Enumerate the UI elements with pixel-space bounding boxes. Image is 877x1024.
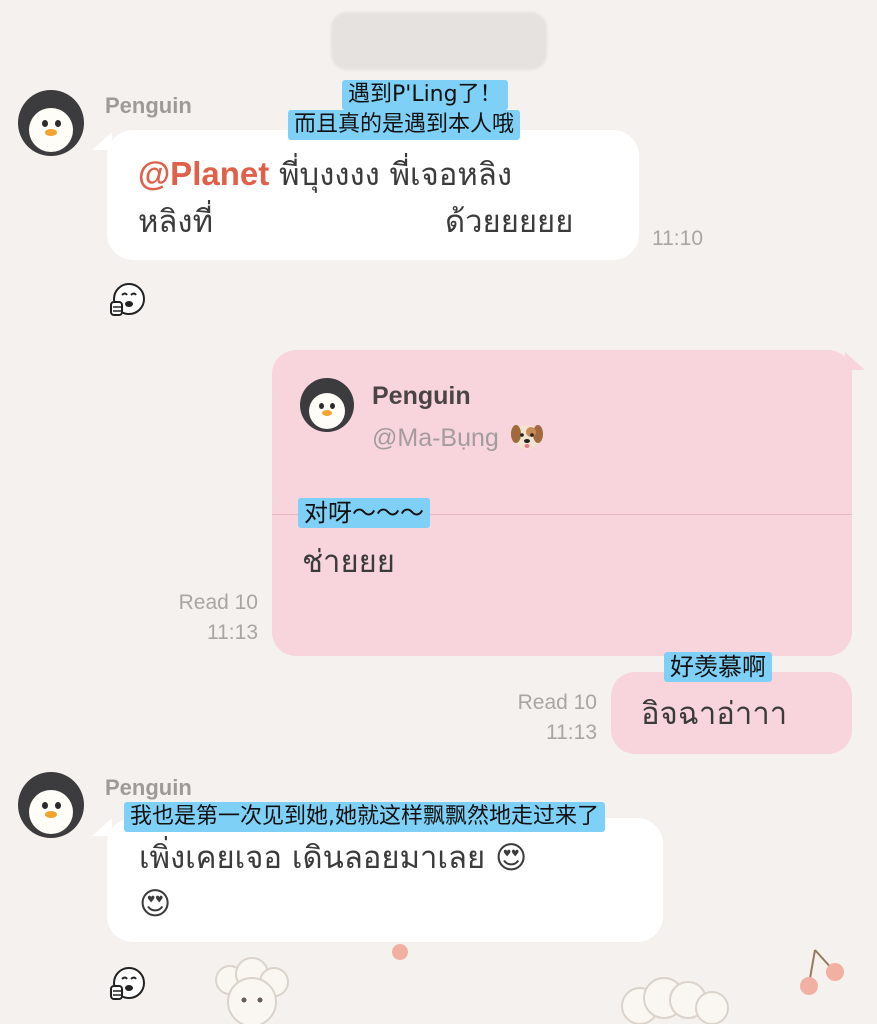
thumbs-up-face-icon[interactable] (107, 280, 147, 320)
read-receipt: Read 10 (178, 591, 258, 614)
thumbs-up-face-icon[interactable] (107, 964, 147, 1004)
translation-annotation: 我也是第一次见到她,她就这样飘飘然地走过来了 (124, 802, 605, 832)
dog-wallpaper-illustration (215, 957, 289, 1024)
translation-annotation: 遇到P'Ling了！ (342, 80, 508, 110)
sender-avatar[interactable] (18, 90, 84, 156)
date-pill-blurred (331, 12, 547, 70)
mention-link[interactable]: @Planet (138, 155, 269, 192)
message-time: 11:13 (207, 621, 258, 644)
message-bubble-incoming[interactable]: เพิ่งเคยเจอ เดินลอยมาเลย 😍 😍 (107, 818, 663, 942)
message-bubble-incoming[interactable]: @Planet พี่บุงงงง พี่เจอหลิง หลิงที่ ด้ว… (107, 130, 639, 260)
sender-avatar[interactable] (18, 772, 84, 838)
cherry-wallpaper-illustration (392, 944, 408, 960)
reply-sender-name: Penguin (372, 382, 471, 410)
message-text: ช่ายยย (302, 544, 395, 580)
message-text: พี่บุงงงง พี่เจอหลิง (279, 157, 512, 193)
reply-avatar (300, 378, 354, 432)
cherry-wallpaper-illustration (800, 949, 844, 995)
reply-handle: @Ma-Bụng (372, 420, 544, 453)
translation-annotation: 对呀～～～ (298, 498, 430, 528)
message-time: 11:10 (652, 227, 703, 250)
translation-annotation: 好羡慕啊 (664, 652, 772, 682)
bubble-tail (845, 352, 865, 370)
dog-wallpaper-illustration (621, 977, 729, 1024)
message-text: หลิงที่ (138, 204, 214, 240)
sender-name: Penguin (105, 93, 192, 118)
message-bubble-outgoing[interactable]: อิจฉาอ่าาา (611, 672, 852, 754)
read-receipt: Read 10 (517, 691, 597, 714)
message-text: ด้วยยยยย (445, 204, 574, 240)
message-meta: Read 10 11:13 (160, 588, 258, 648)
dog-face-icon (510, 425, 543, 449)
message-meta: Read 10 11:13 (498, 688, 597, 748)
message-time: 11:13 (546, 721, 597, 744)
message-text: 😍 (139, 886, 172, 922)
message-text: อิจฉาอ่าาา (641, 696, 788, 732)
sender-name: Penguin (105, 775, 192, 800)
translation-annotation: 而且真的是遇到本人哦 (288, 110, 521, 140)
message-text: เพิ่งเคยเจอ เดินลอยมาเลย 😍 (139, 840, 528, 876)
